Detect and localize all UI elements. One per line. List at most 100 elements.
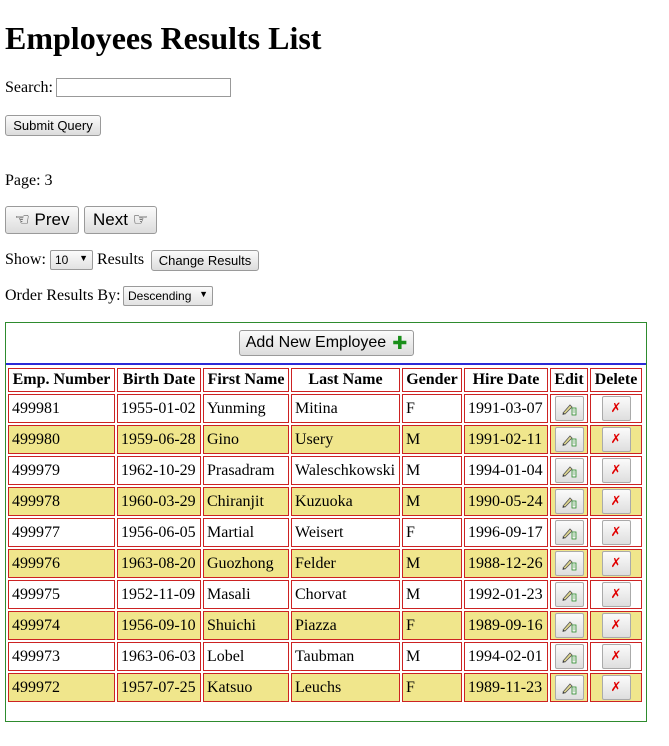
delete-button[interactable]: ✗ xyxy=(601,520,631,545)
delete-button[interactable]: ✗ xyxy=(601,582,631,607)
edit-cell xyxy=(550,642,588,671)
delete-cell: ✗ xyxy=(590,611,642,640)
first-name-cell: Shuichi xyxy=(203,611,289,640)
emp-number-cell: 499973 xyxy=(8,642,115,671)
header-hire-date: Hire Date xyxy=(464,368,548,392)
next-button[interactable]: Next ☞ xyxy=(84,206,157,234)
hire-date-cell: 1991-02-11 xyxy=(464,425,548,454)
hire-date-cell: 1994-01-04 xyxy=(464,456,548,485)
delete-x-icon: ✗ xyxy=(610,649,622,664)
edit-icon xyxy=(562,651,577,663)
table-row: 499974 1956-09-10 Shuichi Piazza F 1989-09-16… xyxy=(8,611,642,640)
edit-button[interactable] xyxy=(554,427,584,452)
gender-cell: M xyxy=(402,456,462,485)
emp-number-cell: 499979 xyxy=(8,456,115,485)
gender-cell: F xyxy=(402,673,462,702)
edit-icon xyxy=(562,558,577,570)
delete-cell: ✗ xyxy=(590,549,642,578)
edit-button[interactable] xyxy=(554,458,584,483)
edit-cell xyxy=(550,425,588,454)
edit-icon xyxy=(562,682,577,694)
delete-button[interactable]: ✗ xyxy=(601,613,631,638)
first-name-cell: Katsuo xyxy=(203,673,289,702)
delete-button[interactable]: ✗ xyxy=(601,489,631,514)
table-row: 499973 1963-06-03 Lobel Taubman M 1994-02-01 ✗ xyxy=(8,642,642,671)
hire-date-cell: 1994-02-01 xyxy=(464,642,548,671)
table-row: 499976 1963-08-20 Guozhong Felder M 1988-12-2… xyxy=(8,549,642,578)
table-row: 499979 1962-10-29 Prasadram Waleschkowski M 1… xyxy=(8,456,642,485)
birth-date-cell: 1963-06-03 xyxy=(117,642,201,671)
last-name-cell: Piazza xyxy=(291,611,400,640)
birth-date-cell: 1952-11-09 xyxy=(117,580,201,609)
edit-cell xyxy=(550,518,588,547)
table-header-row: Emp. Number Birth Date First Name Last N… xyxy=(8,368,642,392)
last-name-cell: Leuchs xyxy=(291,673,400,702)
delete-x-icon: ✗ xyxy=(610,432,622,447)
birth-date-cell: 1960-03-29 xyxy=(117,487,201,516)
edit-icon xyxy=(562,403,577,415)
prev-button[interactable]: ☜ Prev xyxy=(5,206,79,234)
header-gender: Gender xyxy=(402,368,462,392)
edit-button[interactable] xyxy=(554,396,584,421)
emp-number-cell: 499980 xyxy=(8,425,115,454)
emp-number-cell: 499977 xyxy=(8,518,115,547)
delete-button[interactable]: ✗ xyxy=(601,675,631,700)
birth-date-cell: 1962-10-29 xyxy=(117,456,201,485)
edit-icon xyxy=(562,496,577,508)
gender-cell: M xyxy=(402,549,462,578)
first-name-cell: Masali xyxy=(203,580,289,609)
gender-cell: M xyxy=(402,425,462,454)
delete-button[interactable]: ✗ xyxy=(601,551,631,576)
first-name-cell: Martial xyxy=(203,518,289,547)
birth-date-cell: 1957-07-25 xyxy=(117,673,201,702)
delete-x-icon: ✗ xyxy=(610,618,622,633)
delete-x-icon: ✗ xyxy=(610,525,622,540)
edit-button[interactable] xyxy=(554,582,584,607)
birth-date-cell: 1956-06-05 xyxy=(117,518,201,547)
edit-button[interactable] xyxy=(554,489,584,514)
emp-number-cell: 499972 xyxy=(8,673,115,702)
gender-cell: F xyxy=(402,394,462,423)
delete-button[interactable]: ✗ xyxy=(601,458,631,483)
first-name-cell: Guozhong xyxy=(203,549,289,578)
results-count-select[interactable]: 10 ▼ xyxy=(50,250,93,270)
submit-query-button[interactable]: Submit Query xyxy=(5,115,101,136)
emp-number-cell: 499981 xyxy=(8,394,115,423)
search-label: Search: xyxy=(5,79,53,96)
delete-cell: ✗ xyxy=(590,394,642,423)
delete-x-icon: ✗ xyxy=(610,401,622,416)
change-results-button[interactable]: Change Results xyxy=(151,250,259,271)
delete-cell: ✗ xyxy=(590,580,642,609)
edit-button[interactable] xyxy=(554,675,584,700)
delete-button[interactable]: ✗ xyxy=(601,644,631,669)
add-new-employee-button[interactable]: Add New Employee ✚ xyxy=(239,330,414,356)
last-name-cell: Taubman xyxy=(291,642,400,671)
edit-button[interactable] xyxy=(554,551,584,576)
table-row: 499978 1960-03-29 Chiranjit Kuzuoka M 1990-05… xyxy=(8,487,642,516)
delete-button[interactable]: ✗ xyxy=(601,427,631,452)
edit-button[interactable] xyxy=(554,613,584,638)
header-first-name: First Name xyxy=(203,368,289,392)
delete-x-icon: ✗ xyxy=(610,587,622,602)
last-name-cell: Waleschkowski xyxy=(291,456,400,485)
order-value: Descending xyxy=(128,289,192,303)
edit-cell xyxy=(550,394,588,423)
edit-button[interactable] xyxy=(554,644,584,669)
table-row: 499977 1956-06-05 Martial Weisert F 1996-09-1… xyxy=(8,518,642,547)
emp-number-cell: 499975 xyxy=(8,580,115,609)
delete-x-icon: ✗ xyxy=(610,494,622,509)
hire-date-cell: 1989-09-16 xyxy=(464,611,548,640)
hire-date-cell: 1990-05-24 xyxy=(464,487,548,516)
first-name-cell: Prasadram xyxy=(203,456,289,485)
edit-cell xyxy=(550,673,588,702)
edit-cell xyxy=(550,549,588,578)
order-label: Order Results By: xyxy=(5,287,121,304)
delete-cell: ✗ xyxy=(590,518,642,547)
search-input[interactable] xyxy=(56,78,231,97)
gender-cell: M xyxy=(402,580,462,609)
edit-button[interactable] xyxy=(554,520,584,545)
order-select[interactable]: Descending ▼ xyxy=(123,286,213,306)
delete-button[interactable]: ✗ xyxy=(601,396,631,421)
delete-x-icon: ✗ xyxy=(610,556,622,571)
page-indicator: Page: 3 xyxy=(5,172,53,189)
